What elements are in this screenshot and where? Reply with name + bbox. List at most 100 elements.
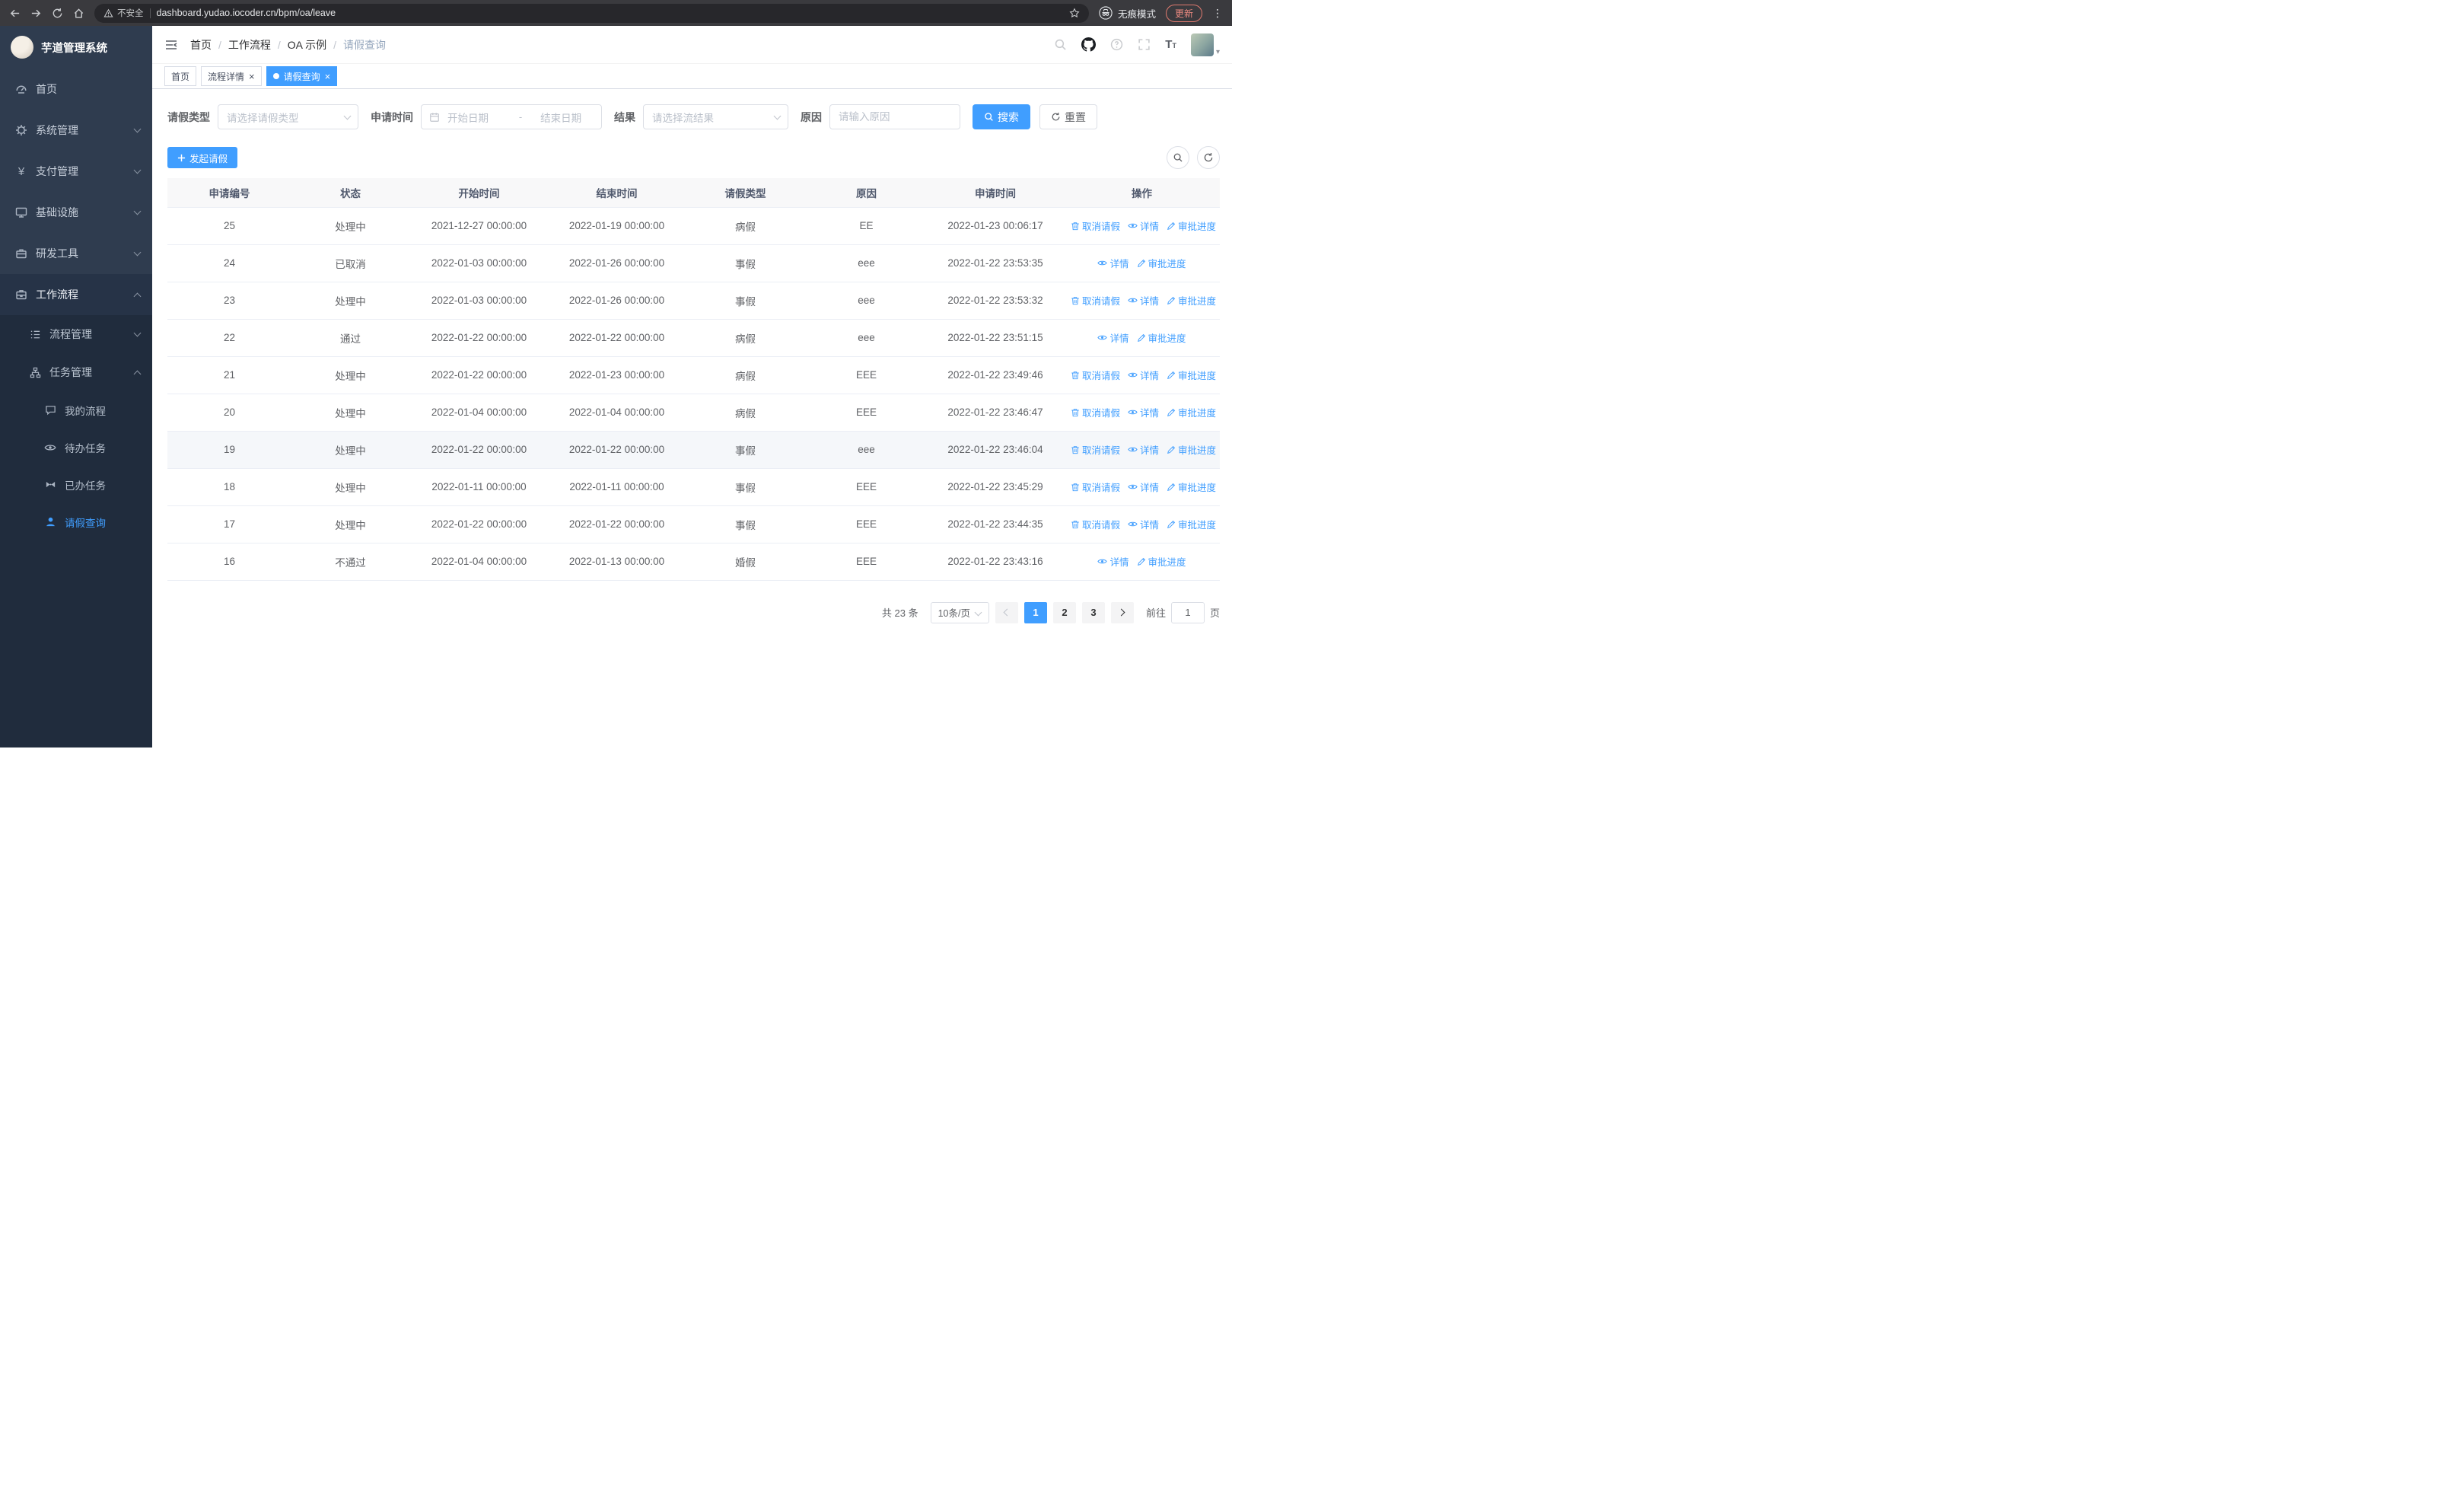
next-page-button[interactable] — [1110, 601, 1134, 623]
detail-button[interactable]: 详情 — [1097, 256, 1129, 270]
table-row[interactable]: 22 通过 2022-01-22 00:00:00 2022-01-22 00:00:… — [167, 319, 1220, 357]
close-icon[interactable]: × — [325, 72, 331, 81]
table-row[interactable]: 25 处理中 2021-12-27 00:00:00 2022-01-19 00:00… — [167, 207, 1220, 245]
detail-button[interactable]: 详情 — [1128, 480, 1159, 494]
cell-reason: eee — [806, 319, 927, 357]
browser-menu-icon[interactable]: ⋮ — [1212, 7, 1223, 20]
search-icon[interactable] — [1054, 38, 1067, 51]
detail-button[interactable]: 详情 — [1128, 517, 1159, 531]
cancel-leave-button[interactable]: 取消请假 — [1071, 405, 1120, 419]
detail-button[interactable]: 详情 — [1128, 368, 1159, 382]
github-icon[interactable] — [1081, 37, 1097, 52]
page-button-2[interactable]: 2 — [1052, 601, 1076, 623]
sidebar-item-system[interactable]: 系统管理 — [0, 110, 152, 151]
refresh-table-button[interactable] — [1197, 146, 1220, 169]
close-icon[interactable]: × — [249, 72, 255, 81]
chevron-down-icon — [133, 248, 142, 256]
update-button[interactable]: 更新 — [1165, 4, 1202, 22]
table-row[interactable]: 20 处理中 2022-01-04 00:00:00 2022-01-04 00:00… — [167, 394, 1220, 432]
search-icon — [984, 112, 994, 122]
hamburger-icon[interactable] — [164, 38, 178, 52]
detail-button[interactable]: 详情 — [1128, 293, 1159, 308]
result-select[interactable]: 请选择流结果 — [643, 104, 788, 129]
table-row[interactable]: 18 处理中 2022-01-11 00:00:00 2022-01-11 00:00… — [167, 468, 1220, 506]
home-icon[interactable] — [73, 8, 84, 19]
cancel-leave-button[interactable]: 取消请假 — [1071, 442, 1120, 457]
sidebar-item-devtools[interactable]: 研发工具 — [0, 233, 152, 274]
create-leave-button[interactable]: 发起请假 — [167, 147, 238, 168]
approval-progress-button[interactable]: 审批进度 — [1167, 293, 1216, 308]
sidebar-item-my-process[interactable]: 我的流程 — [0, 391, 152, 429]
prev-page-button[interactable] — [995, 601, 1018, 623]
cancel-leave-button[interactable]: 取消请假 — [1071, 293, 1120, 308]
font-size-icon[interactable]: TT — [1165, 38, 1176, 51]
detail-button[interactable]: 详情 — [1128, 442, 1159, 457]
help-icon[interactable] — [1110, 38, 1123, 51]
approval-progress-button[interactable]: 审批进度 — [1167, 405, 1216, 419]
search-button[interactable]: 搜索 — [973, 104, 1030, 129]
approval-progress-button[interactable]: 审批进度 — [1167, 368, 1216, 382]
cancel-leave-button[interactable]: 取消请假 — [1071, 480, 1120, 494]
table-row[interactable]: 16 不通过 2022-01-04 00:00:00 2022-01-13 00:00… — [167, 543, 1220, 581]
approval-progress-button[interactable]: 审批进度 — [1167, 442, 1216, 457]
cancel-leave-button[interactable]: 取消请假 — [1071, 368, 1120, 382]
user-menu[interactable]: ▾ — [1190, 33, 1220, 56]
detail-button[interactable]: 详情 — [1097, 330, 1129, 345]
date-range-picker[interactable]: 开始日期 - 结束日期 — [421, 104, 602, 129]
cell-leave-type: 事假 — [685, 431, 806, 469]
breadcrumb-oa-example[interactable]: OA 示例 — [288, 37, 326, 53]
sidebar-item-infrastructure[interactable]: 基础设施 — [0, 192, 152, 233]
cell-status: 处理中 — [291, 505, 409, 543]
sidebar-item-leave-query[interactable]: 请假查询 — [0, 503, 152, 540]
detail-button[interactable]: 详情 — [1128, 218, 1159, 233]
detail-button[interactable]: 详情 — [1097, 554, 1129, 569]
dashboard-icon — [15, 83, 27, 95]
breadcrumb-home[interactable]: 首页 — [190, 37, 212, 53]
forward-icon[interactable] — [30, 8, 42, 19]
reset-button[interactable]: 重置 — [1039, 104, 1097, 129]
breadcrumb-workflow[interactable]: 工作流程 — [228, 37, 271, 53]
cell-leave-type: 病假 — [685, 356, 806, 394]
fullscreen-icon[interactable] — [1138, 38, 1151, 51]
approval-progress-button[interactable]: 审批进度 — [1137, 256, 1186, 270]
security-warning[interactable]: 不安全 — [103, 7, 144, 19]
sidebar-item-task-mgmt[interactable]: 任务管理 — [0, 353, 152, 391]
sidebar-item-todo-tasks[interactable]: 待办任务 — [0, 429, 152, 466]
table-row[interactable]: 19 处理中 2022-01-22 00:00:00 2022-01-22 00:00… — [167, 431, 1220, 469]
reload-icon[interactable] — [52, 8, 63, 19]
table-row[interactable]: 24 已取消 2022-01-03 00:00:00 2022-01-26 00:00… — [167, 244, 1220, 282]
approval-progress-button[interactable]: 审批进度 — [1137, 330, 1186, 345]
goto-page-input[interactable] — [1170, 601, 1205, 623]
leave-type-select[interactable]: 请选择请假类型 — [218, 104, 358, 129]
bookmark-star-icon[interactable] — [1069, 8, 1080, 18]
back-icon[interactable] — [9, 8, 21, 19]
page-size-select[interactable]: 10条/页 — [930, 601, 989, 623]
approval-progress-button[interactable]: 审批进度 — [1167, 517, 1216, 531]
reason-input[interactable] — [829, 104, 960, 129]
cell-reason: eee — [806, 244, 927, 282]
table-row[interactable]: 23 处理中 2022-01-03 00:00:00 2022-01-26 00:00… — [167, 282, 1220, 320]
app-logo[interactable]: 芋道管理系统 — [0, 26, 152, 69]
page-button-3[interactable]: 3 — [1081, 601, 1105, 623]
cancel-leave-button[interactable]: 取消请假 — [1071, 517, 1120, 531]
sidebar-item-done-tasks[interactable]: 已办任务 — [0, 466, 152, 503]
tab-home[interactable]: 首页 — [164, 66, 197, 86]
approval-progress-button[interactable]: 审批进度 — [1167, 480, 1216, 494]
toggle-search-button[interactable] — [1167, 146, 1189, 169]
approval-progress-button[interactable]: 审批进度 — [1137, 554, 1186, 569]
sidebar-item-workflow[interactable]: 工作流程 — [0, 274, 152, 315]
table-row[interactable]: 21 处理中 2022-01-22 00:00:00 2022-01-23 00:00… — [167, 356, 1220, 394]
sidebar-item-process-mgmt[interactable]: 流程管理 — [0, 315, 152, 353]
tab-leave-query[interactable]: 请假查询 × — [266, 66, 338, 86]
address-bar[interactable]: 不安全 dashboard.yudao.iocoder.cn/bpm/oa/le… — [94, 3, 1089, 23]
cell-status: 处理中 — [291, 282, 409, 320]
tab-process-detail[interactable]: 流程详情 × — [201, 66, 262, 86]
search-icon — [1173, 152, 1183, 163]
sidebar-item-home[interactable]: 首页 — [0, 69, 152, 110]
detail-button[interactable]: 详情 — [1128, 405, 1159, 419]
table-row[interactable]: 17 处理中 2022-01-22 00:00:00 2022-01-22 00:00… — [167, 505, 1220, 543]
page-button-1[interactable]: 1 — [1023, 601, 1047, 623]
cancel-leave-button[interactable]: 取消请假 — [1071, 218, 1120, 233]
approval-progress-button[interactable]: 审批进度 — [1167, 218, 1216, 233]
sidebar-item-payment[interactable]: ¥ 支付管理 — [0, 151, 152, 192]
